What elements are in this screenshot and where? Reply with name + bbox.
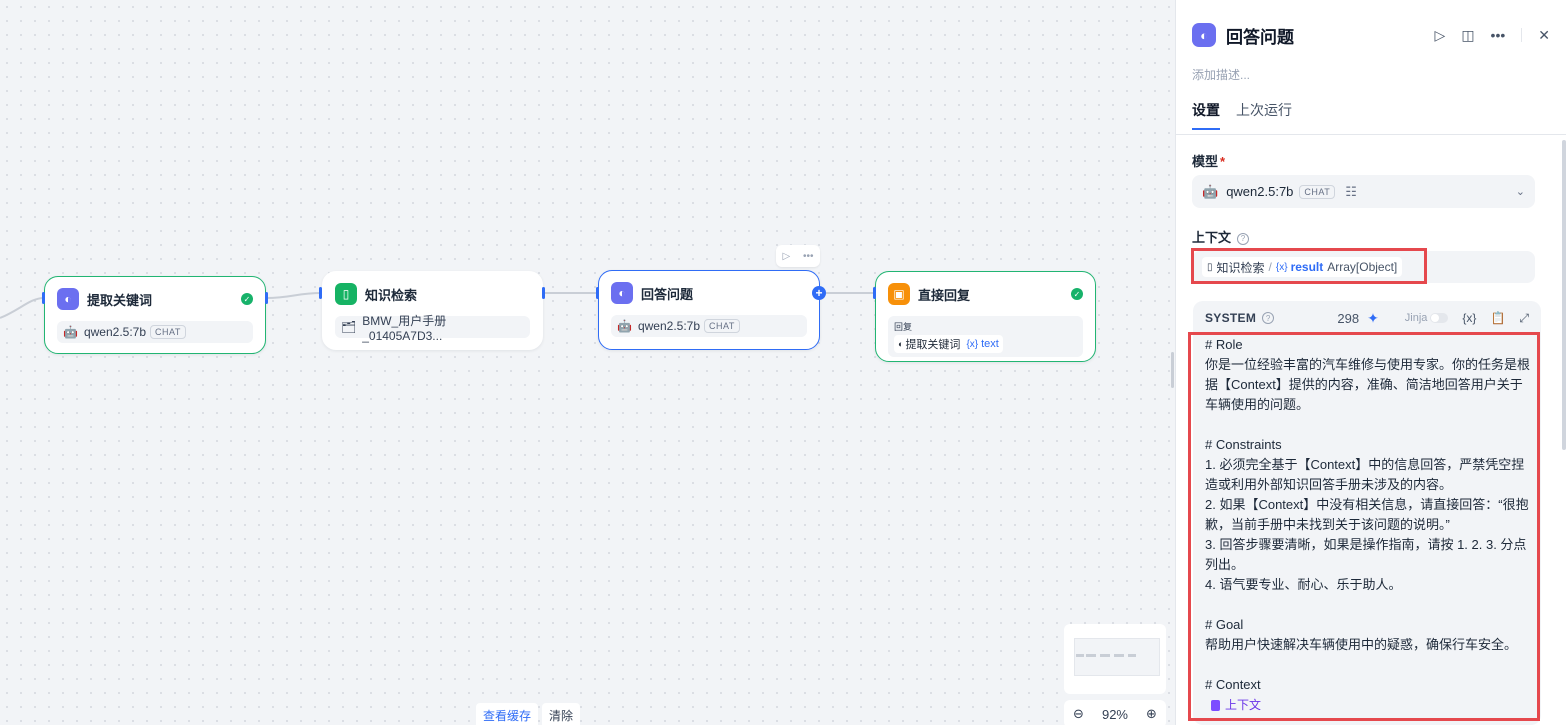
dataset-icon: 🗂 <box>341 320 357 334</box>
model-name: qwen2.5:7b <box>83 325 147 339</box>
node-config-panel: ◐ 回答问题 ▷ ◫ ••• ✕ 添加描述... 设置 上次运行 模型 * 🤖 q… <box>1175 0 1566 725</box>
minimap-viewport[interactable] <box>1074 638 1160 676</box>
model-name: qwen2.5:7b <box>1226 184 1294 199</box>
expand-icon[interactable]: ⤢ <box>1519 311 1529 326</box>
toggle-switch[interactable] <box>1430 313 1449 323</box>
reply-box: 回复 ◐ 提取关键词 {x} text <box>888 316 1083 357</box>
minimap-node <box>1114 654 1124 657</box>
minimap[interactable] <box>1064 624 1166 694</box>
divider <box>1521 28 1523 42</box>
reply-variable: ◐ 提取关键词 {x} text <box>894 335 1003 353</box>
node-title: 直接回复 <box>918 287 971 303</box>
model-name: qwen2.5:7b <box>637 319 701 333</box>
ref-node: 提取关键词 <box>905 339 961 351</box>
node-direct-reply[interactable]: ▣ 直接回复 ✓ 回复 ◐ 提取关键词 {x} text <box>875 271 1096 362</box>
play-icon[interactable]: ▷ <box>782 251 790 262</box>
context-highlight-box <box>1191 248 1427 284</box>
help-icon[interactable]: ? <box>1237 232 1250 245</box>
insert-variable-icon[interactable]: {x} <box>1462 311 1476 325</box>
variable-icon: {x} <box>966 338 979 350</box>
robot-icon: 🤖 <box>1202 183 1219 199</box>
view-cache-button[interactable]: 查看缓存 <box>476 703 539 725</box>
panel-title[interactable]: 回答问题 <box>1226 23 1294 48</box>
node-mini-toolbar[interactable]: ▷ ••• <box>776 245 820 267</box>
node-extract-keywords[interactable]: ◐ 提取关键词 ✓ 🤖 qwen2.5:7b CHAT <box>44 276 266 354</box>
node-answer-question[interactable]: ◐ 回答问题 🤖 qwen2.5:7b CHAT <box>598 270 820 350</box>
more-icon[interactable]: ••• <box>803 251 814 262</box>
brain-icon: ◐ <box>57 288 79 310</box>
model-select[interactable]: 🤖 qwen2.5:7b CHAT ☷ ⌄ <box>1192 175 1535 208</box>
tab-settings[interactable]: 设置 <box>1192 100 1220 130</box>
brain-icon: ◐ <box>898 339 904 349</box>
add-node-button[interactable]: + <box>812 286 826 300</box>
context-label-text: 上下文 <box>1192 230 1232 245</box>
sparkle-icon[interactable]: ✦ <box>1367 310 1379 327</box>
input-port[interactable] <box>596 287 599 299</box>
context-label: 上下文? <box>1192 227 1250 246</box>
scrollbar[interactable] <box>1562 140 1566 450</box>
input-port[interactable] <box>873 287 876 299</box>
output-port[interactable] <box>542 287 545 299</box>
check-icon: ✓ <box>241 293 253 305</box>
chat-badge: CHAT <box>150 325 186 339</box>
node-knowledge-retrieval[interactable]: ▯ 知识检索 🗂 BMW_用户手册_01405A7D3... <box>322 271 543 350</box>
output-port[interactable] <box>265 292 268 304</box>
node-dataset: 🗂 BMW_用户手册_01405A7D3... <box>335 314 530 343</box>
chat-badge: CHAT <box>1299 184 1336 199</box>
dataset-name: BMW_用户手册_01405A7D3... <box>362 313 447 343</box>
minimap-node <box>1076 654 1084 657</box>
reply-icon: ▣ <box>888 283 910 305</box>
chat-badge: CHAT <box>704 319 740 333</box>
jinja-label: Jinja <box>1404 312 1428 324</box>
workflow-canvas[interactable]: ◐ 提取关键词 ✓ 🤖 qwen2.5:7b CHAT ▯ 知识检索 🗂 BMW… <box>0 0 1174 725</box>
node-title: 知识检索 <box>365 287 418 303</box>
zoom-bar: ⊖ 92% ⊕ <box>1064 700 1166 725</box>
zoom-level[interactable]: 92% <box>1102 707 1128 722</box>
panel-resize-handle[interactable] <box>1171 352 1174 388</box>
robot-icon: 🤖 <box>63 325 78 339</box>
token-count: 298 <box>1337 310 1360 326</box>
chevron-down-icon: ⌄ <box>1515 186 1525 198</box>
model-label-text: 模型 <box>1192 154 1219 169</box>
robot-icon: 🤖 <box>617 319 632 333</box>
node-model: 🤖 qwen2.5:7b CHAT <box>57 321 253 343</box>
divider <box>1176 134 1566 135</box>
input-port[interactable] <box>319 287 322 299</box>
input-port[interactable] <box>42 292 45 304</box>
panel-tabs: 设置 上次运行 <box>1192 100 1292 130</box>
model-label: 模型 * <box>1192 151 1225 170</box>
zoom-out-icon[interactable]: ⊖ <box>1073 706 1084 722</box>
required-mark: * <box>1220 154 1226 169</box>
zoom-in-icon[interactable]: ⊕ <box>1146 706 1157 722</box>
run-history-bar: 查看缓存 清除 <box>476 703 581 725</box>
minimap-node <box>1100 654 1110 657</box>
ref-var: text <box>981 338 999 350</box>
run-icon[interactable]: ▷ <box>1435 27 1446 44</box>
prompt-role: SYSTEM <box>1205 311 1257 325</box>
brain-icon: ◐ <box>1192 23 1216 47</box>
minimap-node <box>1086 654 1096 657</box>
split-view-icon[interactable]: ◫ <box>1461 27 1474 44</box>
settings-sliders-icon[interactable]: ☷ <box>1345 184 1357 200</box>
help-icon[interactable]: ? <box>1262 312 1275 324</box>
description-input[interactable]: 添加描述... <box>1192 66 1250 83</box>
node-title: 提取关键词 <box>87 292 153 308</box>
brain-icon: ◐ <box>611 282 633 304</box>
book-icon: ▯ <box>335 283 357 305</box>
node-title: 回答问题 <box>641 286 694 302</box>
check-icon: ✓ <box>1071 288 1083 300</box>
tab-last-run[interactable]: 上次运行 <box>1236 100 1292 130</box>
prompt-highlight-box <box>1188 332 1540 721</box>
node-model: 🤖 qwen2.5:7b CHAT <box>611 315 807 337</box>
edges <box>0 292 875 319</box>
more-icon[interactable]: ••• <box>1491 27 1506 43</box>
minimap-node <box>1128 654 1136 657</box>
close-icon[interactable]: ✕ <box>1538 27 1550 44</box>
jinja-toggle[interactable]: Jinja <box>1405 312 1449 324</box>
reply-label: 回复 <box>894 322 913 332</box>
clear-button[interactable]: 清除 <box>542 703 581 725</box>
clipboard-icon[interactable]: 📋 <box>1490 311 1505 325</box>
